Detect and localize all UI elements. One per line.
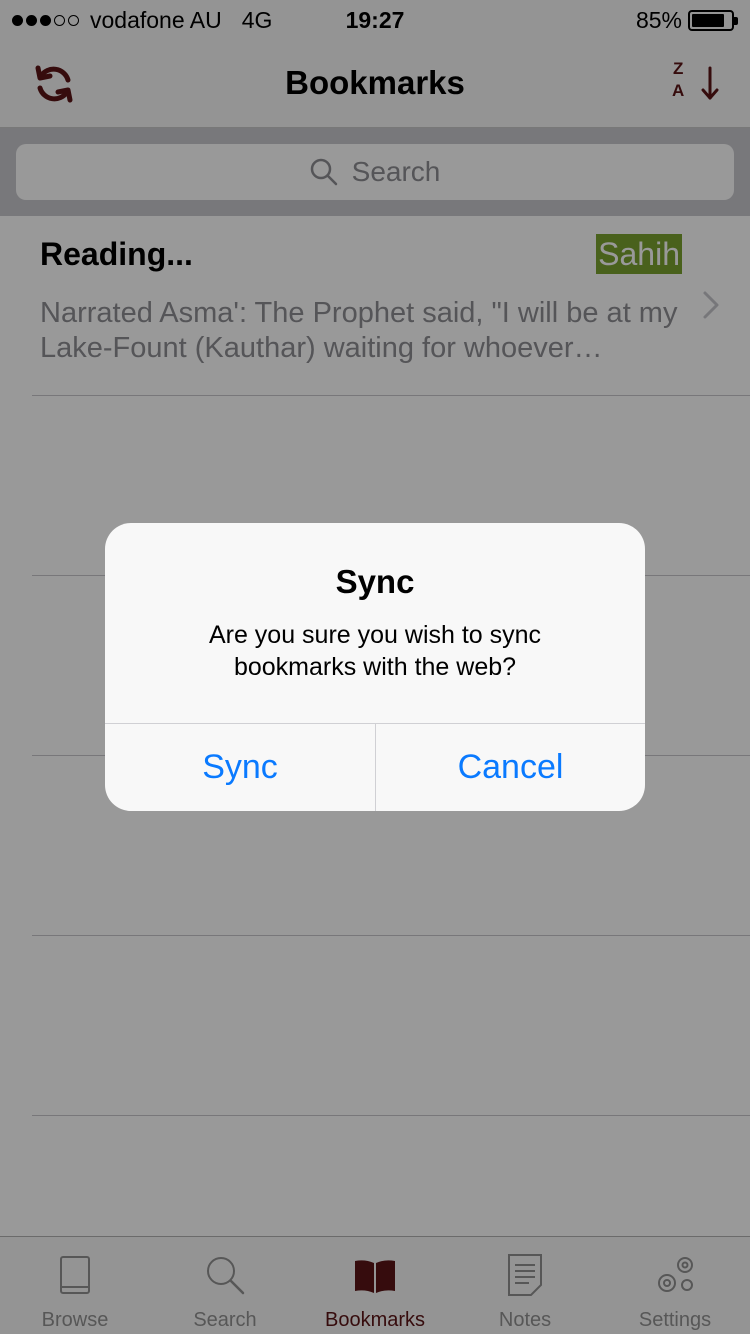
sync-confirm-button[interactable]: Sync [105, 724, 375, 811]
alert-message: Are you sure you wish to sync bookmarks … [208, 621, 542, 681]
sync-alert-dialog: Sync Are you sure you wish to sync bookm… [105, 523, 645, 811]
screen: vodafone AU 4G 19:27 85% Bookmarks Z A S… [0, 0, 750, 1334]
alert-title: Sync [335, 563, 415, 600]
cancel-button[interactable]: Cancel [376, 724, 645, 811]
